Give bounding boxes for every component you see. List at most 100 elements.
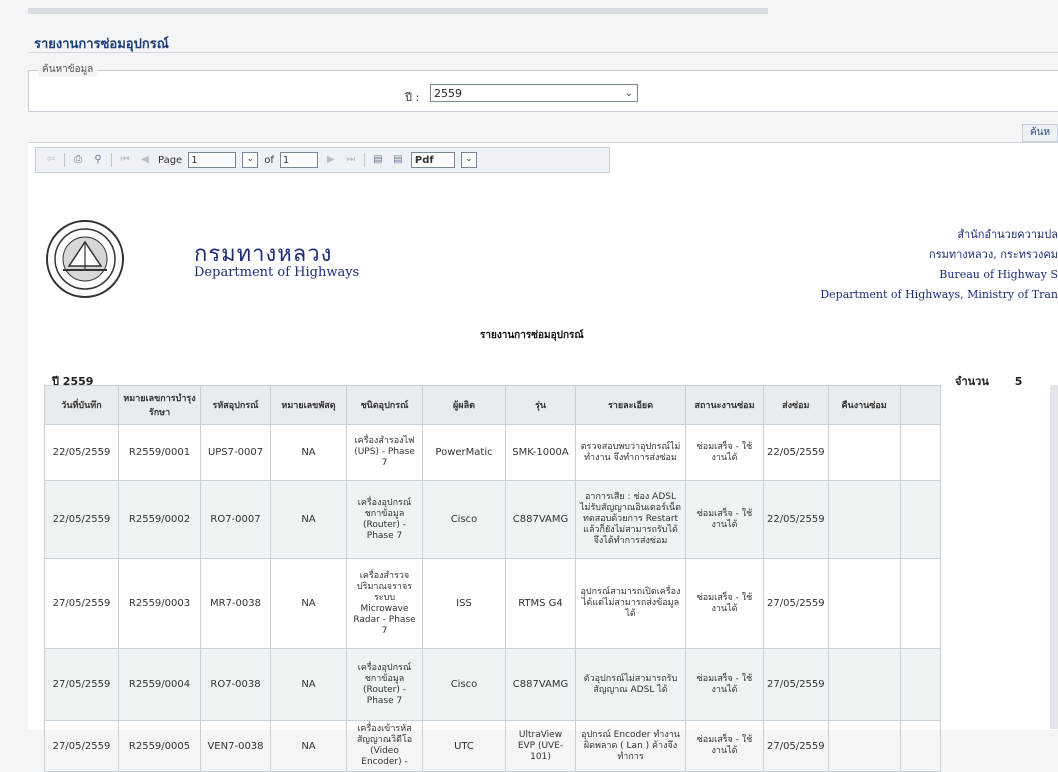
prev-page-icon[interactable]: ◀: [138, 153, 152, 167]
cell-maker: ISS: [422, 558, 506, 649]
cell-model: C887VAMG: [505, 648, 576, 721]
column-header: หมายเลขพัสดุ: [270, 385, 347, 425]
table-row: 22/05/2559 R2559/0002 RO7-0007 NA เครื่อ…: [44, 480, 941, 559]
cell-status: ซ่อมเสร็จ - ใช้งานได้: [685, 720, 764, 772]
cell-parcel-no: NA: [270, 480, 347, 559]
cell-status: ซ่อมเสร็จ - ใช้งานได้: [685, 480, 764, 559]
cell-maint-no: R2559/0001: [118, 424, 201, 481]
cell-date: 27/05/2559: [44, 720, 119, 772]
cell-maker: UTC: [422, 720, 506, 772]
toolbar-divider: [111, 153, 112, 167]
table-row: 27/05/2559 R2559/0004 RO7-0038 NA เครื่อ…: [44, 648, 941, 721]
cell-extra: [899, 424, 941, 481]
cell-parcel-no: NA: [270, 648, 347, 721]
toolbar-divider: [363, 153, 365, 167]
page-label: Page: [158, 154, 183, 166]
cell-returned: [827, 648, 901, 721]
cell-status: ซ่อมเสร็จ - ใช้งานได้: [685, 424, 764, 481]
year-label: ปี :: [405, 91, 420, 104]
cell-maker: Cisco: [422, 648, 506, 721]
org-name-english: Department of Highways: [194, 265, 360, 280]
record-count: จำนวน 5: [955, 372, 1022, 390]
cell-detail: ตรวจสอบพบว่าอุปกรณ์ไม่ทำงาน จึงทำการส่งซ…: [575, 424, 686, 481]
page-dropdown-button[interactable]: ⌄: [242, 152, 259, 168]
cell-model: RTMS G4: [505, 558, 576, 649]
bureau-header: สำนักอำนวยความปล กรมทางหลวง, กระทรวงคม B…: [738, 225, 1058, 305]
cell-extra: [899, 720, 941, 772]
cell-model: C887VAMG: [505, 480, 576, 559]
toolbar-divider: [64, 153, 65, 167]
first-page-icon[interactable]: ⏮: [118, 153, 132, 167]
column-header: รายละเอียด: [575, 385, 686, 425]
top-scroll-strip: [28, 8, 768, 14]
cell-maker: Cisco: [422, 480, 506, 559]
table-row: 27/05/2559 R2559/0003 MR7-0038 NA เครื่อ…: [44, 558, 941, 649]
cell-date: 27/05/2559: [44, 648, 119, 721]
bureau-line: Department of Highways, Ministry of Tran: [820, 288, 1058, 301]
column-header: หมายเลขการบำรุงรักษา: [118, 385, 201, 425]
column-header: รหัสอุปกรณ์: [200, 385, 271, 425]
column-header: ชนิดอุปกรณ์: [346, 385, 423, 425]
cell-model: UltraView EVP (UVE-101): [505, 720, 576, 772]
page-input[interactable]: 1: [188, 152, 237, 168]
repair-table: วันที่บันทึก หมายเลขการบำรุงรักษา รหัสอุ…: [44, 385, 941, 772]
cell-sent: 27/05/2559: [763, 720, 829, 772]
cell-maint-no: R2559/0004: [118, 648, 201, 721]
cell-date: 27/05/2559: [44, 558, 119, 649]
chevron-down-icon: ⌄: [624, 88, 633, 99]
cell-parcel-no: NA: [270, 424, 347, 481]
search-button[interactable]: ค้นห: [1022, 124, 1058, 142]
column-header: ผู้ผลิต: [422, 385, 506, 425]
record-count-label: จำนวน: [955, 375, 989, 388]
last-page-icon[interactable]: ⏭: [344, 153, 358, 167]
total-pages: 1: [279, 152, 318, 168]
search-legend: ค้นหาข้อมูล: [38, 62, 98, 77]
cell-equip-type: เครื่องอุปกรณ์ชกาข้อมูล (Router) - Phase…: [346, 480, 423, 559]
cell-returned: [827, 424, 901, 481]
column-header: คืนงานซ่อม: [827, 385, 901, 425]
cell-maker: PowerMatic: [422, 424, 506, 481]
cell-equip-code: RO7-0038: [200, 648, 271, 721]
cell-sent: 22/05/2559: [763, 424, 829, 481]
cell-equip-code: UPS7-0007: [200, 424, 271, 481]
cell-date: 22/05/2559: [44, 480, 119, 559]
table-row: 22/05/2559 R2559/0001 UPS7-0007 NA เครื่…: [44, 424, 941, 481]
save-icon[interactable]: ▤: [371, 153, 385, 167]
cell-parcel-no: NA: [270, 558, 347, 649]
cell-equip-type: เครื่องสำรวจปริมาณจราจรระบบ Microwave Ra…: [346, 558, 423, 649]
back-icon[interactable]: ⇦: [44, 153, 58, 167]
cell-equip-type: เครื่องเข้ารหัสสัญญาณวิดีโอ (Video Encod…: [346, 720, 423, 772]
title-divider: [28, 52, 1058, 53]
column-header-extra: [899, 385, 941, 425]
export-format-dropdown[interactable]: ⌄: [460, 152, 477, 168]
column-header: ส่งซ่อม: [763, 385, 829, 425]
export-format-select[interactable]: Pdf: [410, 152, 455, 168]
export-icon[interactable]: ▤: [391, 153, 405, 167]
next-page-icon[interactable]: ▶: [324, 153, 338, 167]
cell-maint-no: R2559/0005: [118, 720, 201, 772]
column-header: วันที่บันทึก: [44, 385, 119, 425]
cell-extra: [899, 648, 941, 721]
report-title: รายงานการซ่อมอุปกรณ์: [480, 330, 584, 341]
record-count-value: 5: [1014, 375, 1023, 388]
cell-parcel-no: NA: [270, 720, 347, 772]
cell-status: ซ่อมเสร็จ - ใช้งานได้: [685, 648, 764, 721]
cell-maint-no: R2559/0003: [118, 558, 201, 649]
find-icon[interactable]: ⚲: [91, 153, 105, 167]
cell-detail: อุปกรณ์ Encoder ทำงานผิดพลาด ( Lan ) ค้า…: [575, 720, 686, 772]
year-select[interactable]: 2559 ⌄: [430, 84, 638, 102]
cell-equip-type: เครื่องสำรองไฟ (UPS) - Phase 7: [346, 424, 423, 481]
cell-extra: [899, 558, 941, 649]
table-row: 27/05/2559 R2559/0005 VEN7-0038 NA เครื่…: [44, 720, 941, 772]
cell-date: 22/05/2559: [44, 424, 119, 481]
cell-equip-type: เครื่องอุปกรณ์ชกาข้อมูล (Router) - Phase…: [346, 648, 423, 721]
cell-maint-no: R2559/0002: [118, 480, 201, 559]
cell-model: SMK-1000A: [505, 424, 576, 481]
year-select-value: 2559: [434, 87, 462, 100]
vertical-scrollbar[interactable]: [1050, 385, 1058, 729]
cell-returned: [827, 480, 901, 559]
cell-extra: [899, 480, 941, 559]
cell-sent: 27/05/2559: [763, 648, 829, 721]
cell-status: ซ่อมเสร็จ - ใช้งานได้: [685, 558, 764, 649]
print-icon[interactable]: ⎙: [71, 153, 85, 167]
